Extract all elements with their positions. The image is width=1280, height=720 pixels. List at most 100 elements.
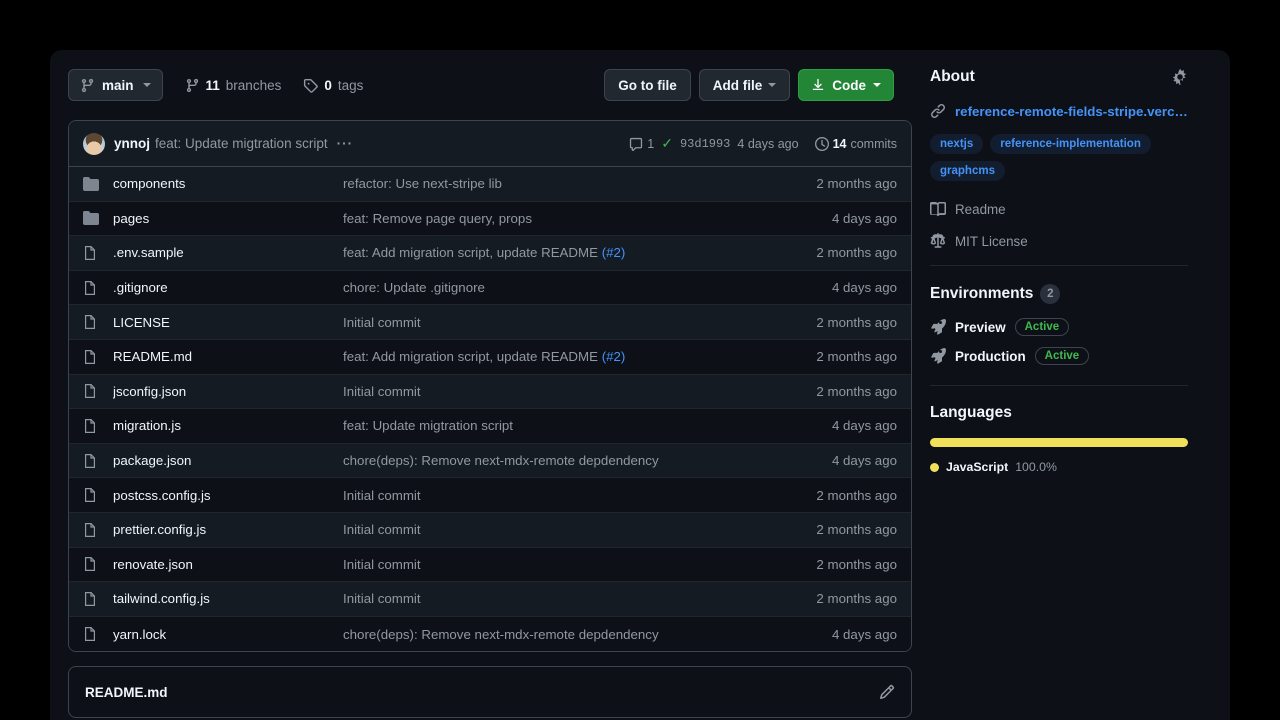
topic-tag[interactable]: nextjs	[930, 134, 984, 154]
table-row[interactable]: yarn.lock chore(deps): Remove next-mdx-re…	[69, 616, 911, 652]
environment-name[interactable]: Preview	[955, 320, 1006, 335]
file-name[interactable]: package.json	[113, 453, 343, 468]
commit-author[interactable]: ynnoj	[114, 136, 150, 151]
branch-selector-button[interactable]: main	[68, 69, 163, 101]
commit-time: 2 months ago	[816, 591, 897, 607]
about-header: About	[930, 68, 1188, 86]
language-row[interactable]: JavaScript 100.0%	[930, 460, 1188, 474]
readme-card: README.md	[68, 666, 912, 719]
branch-icon	[80, 78, 95, 93]
commit-expand-button[interactable]: ···	[337, 136, 354, 151]
environment-row[interactable]: Production Active	[930, 347, 1188, 365]
go-to-file-label: Go to file	[618, 77, 677, 93]
repo-toolbar: main 11 branches 0 tags Go to file Add f…	[68, 68, 912, 102]
issue-link[interactable]: (#2)	[602, 349, 626, 364]
table-row[interactable]: .gitignore chore: Update .gitignore 4 days…	[69, 270, 911, 306]
environment-row[interactable]: Preview Active	[930, 318, 1188, 336]
table-row[interactable]: migration.js feat: Update migtration scri…	[69, 409, 911, 444]
file-name[interactable]: migration.js	[113, 418, 343, 433]
commit-message[interactable]: Initial commit	[343, 384, 816, 399]
file-icon	[83, 383, 99, 399]
commit-message[interactable]: feat: Update migtration script	[343, 418, 832, 433]
commit-message[interactable]: chore(deps): Remove next-mdx-remote depd…	[343, 453, 832, 468]
homepage-link[interactable]: reference-remote-fields-stripe.vercel.a…	[930, 103, 1188, 119]
book-icon	[930, 201, 946, 217]
file-name[interactable]: LICENSE	[113, 315, 343, 330]
commit-message[interactable]: Initial commit	[343, 591, 816, 606]
branches-link[interactable]: 11 branches	[185, 77, 281, 93]
table-row[interactable]: components refactor: Use next-stripe lib 2…	[69, 167, 911, 202]
avatar[interactable]	[83, 132, 105, 155]
commit-message[interactable]: refactor: Use next-stripe lib	[343, 176, 816, 191]
commit-message[interactable]: feat: Update migtration script	[155, 136, 328, 151]
file-name[interactable]: jsconfig.json	[113, 384, 343, 399]
table-row[interactable]: LICENSE Initial commit 2 months ago	[69, 305, 911, 340]
file-name[interactable]: pages	[113, 211, 343, 226]
commit-message[interactable]: Initial commit	[343, 522, 816, 537]
issue-link[interactable]: (#2)	[602, 245, 626, 260]
commit-message[interactable]: feat: Remove page query, props	[343, 211, 832, 226]
code-button[interactable]: Code	[798, 69, 894, 101]
file-name[interactable]: yarn.lock	[113, 627, 343, 642]
file-name[interactable]: prettier.config.js	[113, 522, 343, 537]
table-row[interactable]: README.md feat: Add migration script, upd…	[69, 339, 911, 375]
table-row[interactable]: jsconfig.json Initial commit 2 months ago	[69, 374, 911, 410]
file-name[interactable]: tailwind.config.js	[113, 591, 343, 606]
file-name[interactable]: postcss.config.js	[113, 488, 343, 503]
history-icon	[814, 136, 829, 151]
topic-tag[interactable]: graphcms	[930, 161, 1005, 181]
branch-icon	[185, 78, 200, 93]
about-title: About	[930, 68, 975, 85]
commit-time: 2 months ago	[816, 383, 897, 399]
chevron-down-icon	[873, 83, 881, 87]
commit-time: 4 days ago	[737, 136, 799, 151]
commit-hash[interactable]: 93d1993	[680, 137, 730, 151]
gear-icon[interactable]	[1172, 69, 1188, 85]
commit-message[interactable]: chore: Update .gitignore	[343, 280, 832, 295]
status-check-icon[interactable]: ✓	[661, 135, 673, 152]
table-row[interactable]: renovate.json Initial commit 2 months ago	[69, 547, 911, 583]
table-row[interactable]: pages feat: Remove page query, props 4 day…	[69, 201, 911, 237]
language-name[interactable]: JavaScript	[946, 460, 1008, 474]
license-link-label: MIT License	[955, 233, 1028, 249]
commit-message[interactable]: Initial commit	[343, 488, 816, 503]
commit-message[interactable]: chore(deps): Remove next-mdx-remote depd…	[343, 627, 832, 642]
file-icon	[83, 418, 99, 434]
commit-time: 4 days ago	[831, 453, 897, 469]
go-to-file-button[interactable]: Go to file	[604, 69, 691, 101]
branches-count: 11	[205, 77, 220, 93]
commit-time: 2 months ago	[816, 314, 897, 330]
commit-message[interactable]: Initial commit	[343, 557, 816, 572]
commit-message[interactable]: Initial commit	[343, 315, 816, 330]
environments-title[interactable]: Environments	[930, 285, 1033, 303]
commits-count-link[interactable]: 14 commits	[814, 136, 897, 151]
table-row[interactable]: package.json chore(deps): Remove next-mdx…	[69, 443, 911, 479]
file-name[interactable]: renovate.json	[113, 557, 343, 572]
divider	[930, 265, 1188, 266]
language-segment	[930, 438, 1188, 447]
topic-tag[interactable]: reference-implementation	[990, 134, 1151, 154]
commit-comments[interactable]: 1	[629, 137, 654, 151]
file-name[interactable]: README.md	[113, 349, 343, 364]
file-name[interactable]: .gitignore	[113, 280, 343, 295]
license-link[interactable]: MIT License	[930, 233, 1188, 249]
status-badge: Active	[1034, 347, 1090, 365]
environment-name[interactable]: Production	[955, 349, 1026, 364]
tags-link[interactable]: 0 tags	[303, 78, 363, 93]
file-name[interactable]: .env.sample	[113, 245, 343, 260]
pencil-edit-icon[interactable]	[879, 684, 895, 700]
table-row[interactable]: postcss.config.js Initial commit 2 months …	[69, 478, 911, 513]
commit-time: 4 days ago	[831, 210, 897, 226]
languages-title[interactable]: Languages	[930, 404, 1012, 422]
table-row[interactable]: .env.sample feat: Add migration script, u…	[69, 236, 911, 271]
file-name[interactable]: components	[113, 176, 343, 191]
add-file-button[interactable]: Add file	[698, 69, 791, 101]
readme-link[interactable]: Readme	[930, 201, 1188, 217]
table-row[interactable]: tailwind.config.js Initial commit 2 months…	[69, 582, 911, 617]
commit-message[interactable]: feat: Add migration script, update READM…	[343, 349, 816, 364]
table-row[interactable]: prettier.config.js Initial commit 2 months…	[69, 512, 911, 548]
file-icon	[83, 349, 99, 365]
commit-time: 2 months ago	[816, 349, 897, 365]
commit-message[interactable]: feat: Add migration script, update READM…	[343, 245, 816, 260]
commit-time: 2 months ago	[816, 556, 897, 572]
